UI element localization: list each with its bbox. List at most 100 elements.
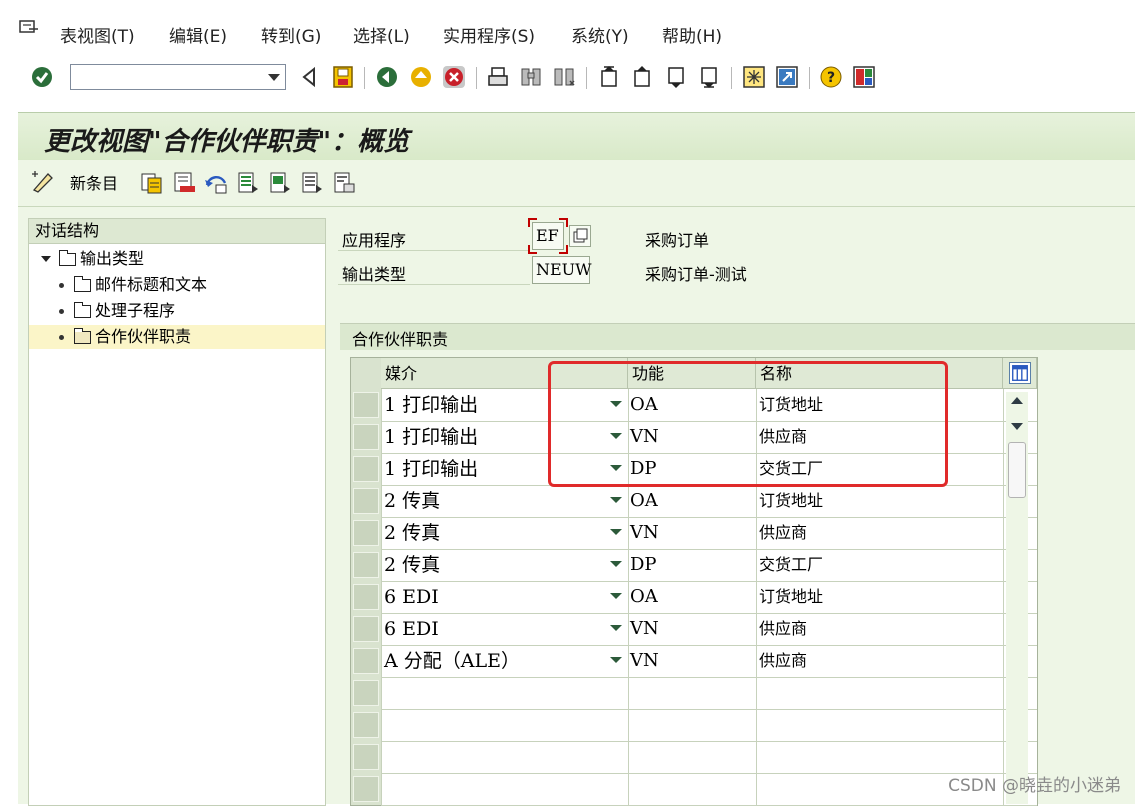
row-selector[interactable]	[353, 712, 379, 738]
row-selector[interactable]	[353, 744, 379, 770]
nav-item-mail-title-text[interactable]: 邮件标题和文本	[59, 273, 207, 297]
possible-entries-icon[interactable]	[569, 225, 591, 247]
menu-selection[interactable]: 选择(L)	[353, 22, 410, 47]
nav-item-processing-routines[interactable]: 处理子程序	[59, 299, 175, 323]
shortcut-icon[interactable]	[775, 65, 799, 89]
deselect-all-icon[interactable]	[300, 171, 324, 195]
cell-function[interactable]: VN	[630, 613, 659, 645]
cell-function[interactable]: OA	[630, 485, 658, 517]
cell-medium[interactable]: 1 打印输出	[384, 453, 478, 485]
cell-name[interactable]: 订货地址	[759, 389, 823, 421]
cell-name[interactable]: 供应商	[759, 645, 807, 677]
cell-medium[interactable]: 2 传真	[384, 485, 440, 517]
cell-name[interactable]: 交货工厂	[759, 549, 823, 581]
help-icon[interactable]: ?	[819, 65, 843, 89]
output-type-field[interactable]: NEUW	[532, 256, 592, 284]
row-selector[interactable]	[353, 552, 379, 578]
dropdown-icon[interactable]	[610, 625, 622, 631]
row-selector[interactable]	[353, 392, 379, 418]
back-arrow-icon[interactable]	[298, 65, 322, 89]
row-selector[interactable]	[353, 584, 379, 610]
cell-function[interactable]: VN	[630, 421, 659, 453]
expand-arrow-icon[interactable]	[41, 256, 51, 262]
cell-function[interactable]: DP	[630, 453, 657, 485]
dropdown-icon[interactable]	[610, 593, 622, 599]
scroll-thumb[interactable]	[1008, 442, 1026, 498]
column-header-name[interactable]: 名称	[756, 358, 1003, 389]
row-selector[interactable]	[353, 488, 379, 514]
menu-edit[interactable]: 编辑(E)	[169, 22, 227, 47]
select-block-icon[interactable]	[268, 171, 292, 195]
nav-item-output-types[interactable]: 输出类型	[41, 247, 144, 271]
select-all-icon[interactable]	[236, 171, 260, 195]
column-header-medium[interactable]: 媒介	[381, 358, 628, 389]
row-selector[interactable]	[353, 520, 379, 546]
dropdown-icon[interactable]	[610, 433, 622, 439]
cell-function[interactable]: OA	[630, 581, 658, 613]
back-icon[interactable]	[375, 65, 399, 89]
menu-window-icon[interactable]	[19, 20, 39, 36]
cancel-icon[interactable]	[442, 65, 466, 89]
table-scrollbar[interactable]	[1006, 392, 1028, 804]
column-settings-icon[interactable]	[1009, 362, 1031, 384]
save-icon[interactable]	[331, 65, 355, 89]
row-selector[interactable]	[353, 776, 379, 802]
cell-function[interactable]: VN	[630, 517, 659, 549]
menu-goto[interactable]: 转到(G)	[261, 22, 321, 47]
row-selector[interactable]	[353, 424, 379, 450]
row-selector[interactable]	[353, 648, 379, 674]
next-page-icon[interactable]	[664, 65, 688, 89]
menu-utilities[interactable]: 实用程序(S)	[443, 22, 535, 47]
cell-medium[interactable]: 2 传真	[384, 549, 440, 581]
print-field-list-icon[interactable]	[332, 171, 356, 195]
cell-name[interactable]: 订货地址	[759, 581, 823, 613]
cell-name[interactable]: 交货工厂	[759, 453, 823, 485]
cell-name[interactable]: 供应商	[759, 613, 807, 645]
menu-table-view[interactable]: 表视图(T)	[60, 22, 135, 47]
row-selector[interactable]	[353, 456, 379, 482]
cell-function[interactable]: DP	[630, 549, 657, 581]
menu-help[interactable]: 帮助(H)	[662, 22, 722, 47]
scroll-up-icon[interactable]	[1011, 397, 1023, 404]
cell-function[interactable]: VN	[630, 645, 659, 677]
delete-icon[interactable]	[172, 171, 196, 195]
find-next-icon[interactable]	[552, 65, 576, 89]
first-page-icon[interactable]	[597, 65, 621, 89]
command-field[interactable]	[70, 64, 286, 90]
dropdown-icon[interactable]	[610, 465, 622, 471]
exit-icon[interactable]	[409, 65, 433, 89]
menu-system[interactable]: 系统(Y)	[571, 22, 629, 47]
dropdown-icon[interactable]	[610, 497, 622, 503]
cell-medium[interactable]: 1 打印输出	[384, 389, 478, 421]
enter-icon[interactable]	[30, 65, 54, 89]
cell-medium[interactable]: 6 EDI	[384, 581, 439, 613]
dropdown-icon[interactable]	[610, 561, 622, 567]
cell-medium[interactable]: 6 EDI	[384, 613, 439, 645]
previous-page-icon[interactable]	[630, 65, 654, 89]
dropdown-icon[interactable]	[610, 529, 622, 535]
cell-name[interactable]: 供应商	[759, 421, 807, 453]
nav-item-partner-roles[interactable]: 合作伙伴职责	[29, 325, 325, 349]
find-icon[interactable]	[519, 65, 543, 89]
create-session-icon[interactable]	[742, 65, 766, 89]
print-icon[interactable]	[486, 65, 510, 89]
new-entries-button[interactable]: 新条目	[30, 170, 118, 194]
cell-name[interactable]: 订货地址	[759, 485, 823, 517]
column-header-function[interactable]: 功能	[628, 358, 756, 389]
scroll-down-icon[interactable]	[1011, 423, 1023, 430]
dropdown-icon[interactable]	[610, 401, 622, 407]
last-page-icon[interactable]	[697, 65, 721, 89]
row-selector[interactable]	[353, 680, 379, 706]
cell-function[interactable]: OA	[630, 389, 658, 421]
cell-medium[interactable]: A 分配（ALE）	[384, 645, 520, 677]
folder-icon	[74, 301, 91, 318]
dropdown-icon[interactable]	[610, 657, 622, 663]
row-selector[interactable]	[353, 616, 379, 642]
cell-medium[interactable]: 1 打印输出	[384, 421, 478, 453]
cell-medium[interactable]: 2 传真	[384, 517, 440, 549]
copy-as-icon[interactable]	[140, 171, 164, 195]
command-dropdown-icon[interactable]	[268, 74, 280, 81]
undo-change-icon[interactable]	[204, 171, 228, 195]
layout-icon[interactable]	[852, 65, 876, 89]
cell-name[interactable]: 供应商	[759, 517, 807, 549]
